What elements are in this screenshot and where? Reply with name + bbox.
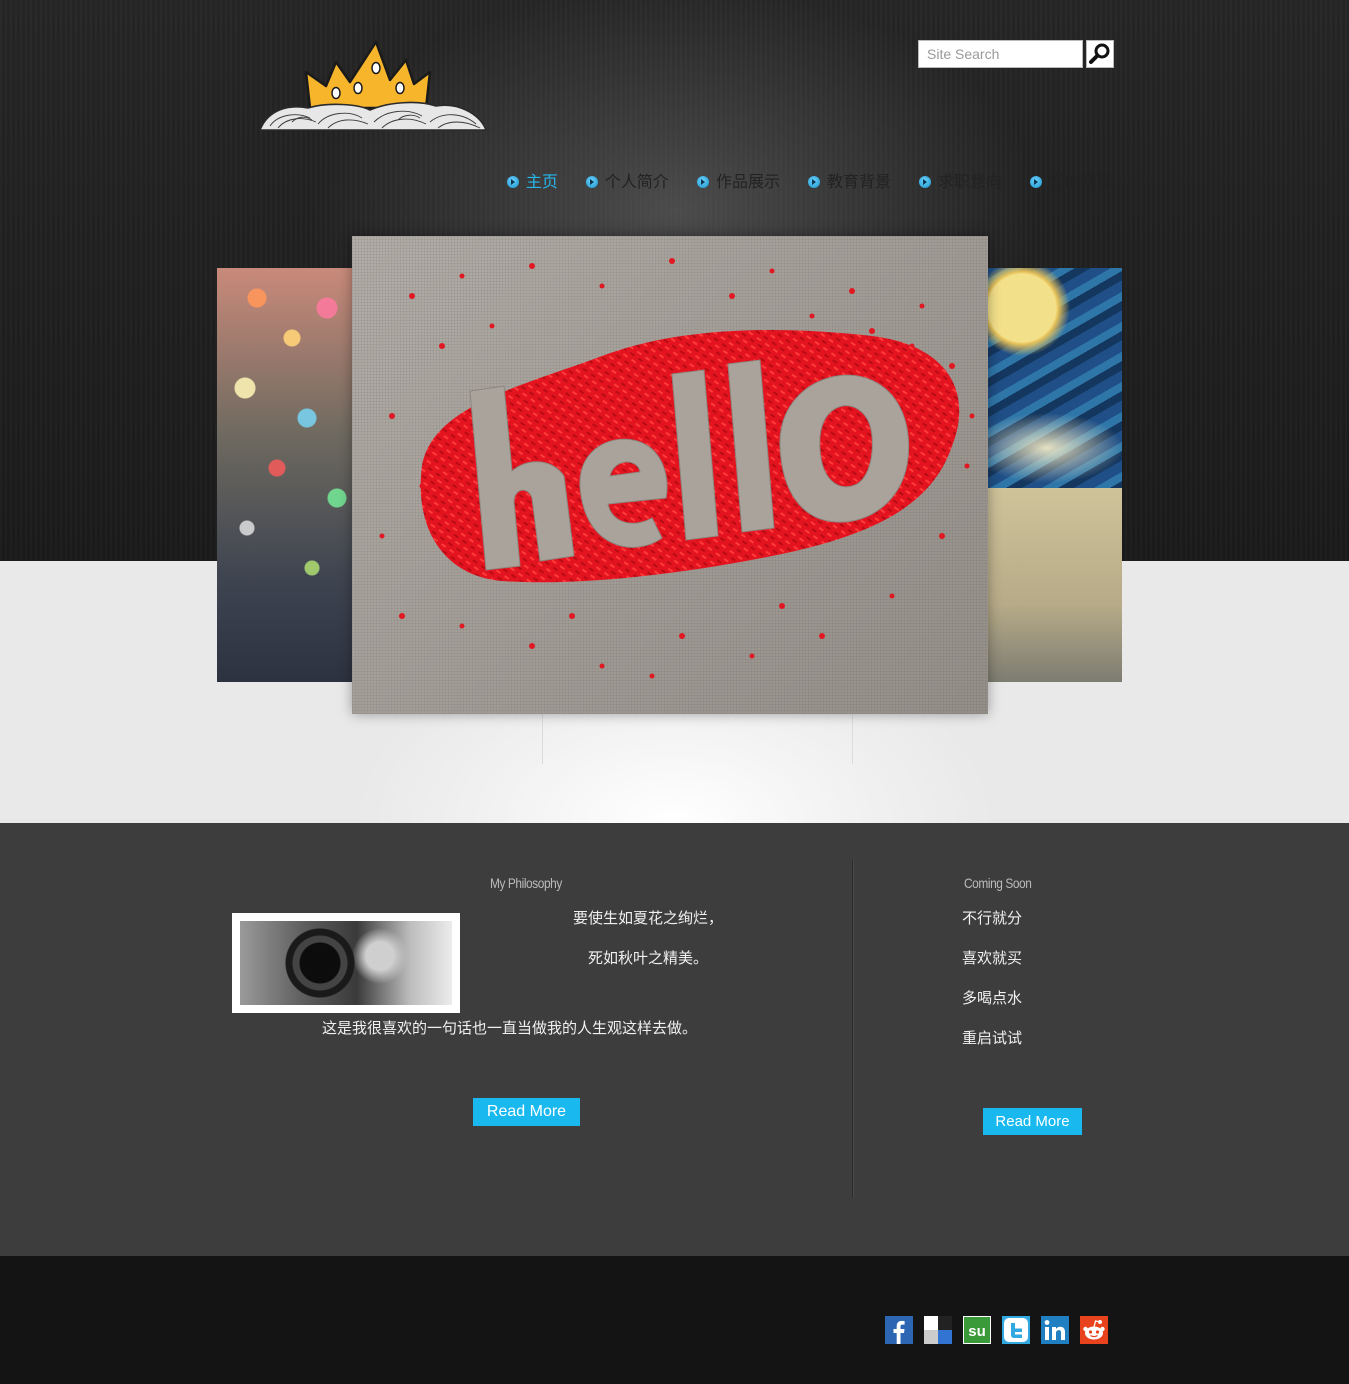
nav-item-job-intent[interactable]: 求职意向 xyxy=(918,168,1002,192)
site-search xyxy=(918,40,1114,68)
nav-bullet-icon xyxy=(506,175,519,188)
search-icon xyxy=(1089,43,1110,64)
main-nav: 主页 个人简介 作品展示 教育背景 求职意向 您的意见 xyxy=(506,168,1113,192)
coming-soon-read-more-button[interactable]: Read More xyxy=(983,1108,1082,1135)
hello-embroidery-image xyxy=(379,258,975,679)
svg-text:su: su xyxy=(968,1323,986,1340)
philosophy-line-2: 死如秋叶之精美。 xyxy=(588,949,709,967)
search-button[interactable] xyxy=(1086,40,1114,68)
stumbleupon-icon[interactable]: su xyxy=(963,1316,991,1344)
content-section: My Philosophy 要使生如夏花之绚烂， 死如秋叶之精美。 这是我很喜欢… xyxy=(0,823,1349,1256)
nav-item-label: 教育背景 xyxy=(826,172,891,191)
list-item: 喜欢就买 xyxy=(962,949,1023,967)
nav-item-education[interactable]: 教育背景 xyxy=(807,168,891,192)
nav-item-label: 求职意向 xyxy=(937,172,1002,191)
philosophy-line-3: 这是我很喜欢的一句话也一直当做我的人生观这样去做。 xyxy=(322,1019,698,1037)
philosophy-title: My Philosophy xyxy=(490,875,562,891)
divider-line xyxy=(542,714,543,764)
search-input[interactable] xyxy=(918,40,1083,68)
nav-item-label: 您的意见 xyxy=(1048,172,1113,191)
nav-item-label: 主页 xyxy=(525,172,558,191)
column-divider xyxy=(852,860,853,1198)
coming-soon-title: Coming Soon xyxy=(964,875,1032,891)
facebook-icon[interactable] xyxy=(885,1316,913,1344)
camera-photo xyxy=(232,913,460,1013)
reddit-icon[interactable] xyxy=(1080,1316,1108,1344)
twitter-icon[interactable] xyxy=(1002,1316,1030,1344)
divider-line xyxy=(852,714,853,764)
crown-logo-icon[interactable] xyxy=(258,38,488,134)
footer: su xyxy=(0,1256,1349,1384)
linkedin-icon[interactable] xyxy=(1041,1316,1069,1344)
list-item: 不行就分 xyxy=(962,909,1023,927)
slide-hello-embroidery[interactable] xyxy=(352,236,988,714)
nav-item-feedback[interactable]: 您的意见 xyxy=(1029,168,1113,192)
nav-item-profile[interactable]: 个人简介 xyxy=(585,168,669,192)
nav-bullet-icon xyxy=(585,175,598,188)
nav-bullet-icon xyxy=(918,175,931,188)
nav-item-works[interactable]: 作品展示 xyxy=(696,168,780,192)
nav-bullet-icon xyxy=(1029,175,1042,188)
list-item: 重启试试 xyxy=(962,1029,1023,1047)
philosophy-read-more-button[interactable]: Read More xyxy=(473,1098,580,1126)
nav-item-home[interactable]: 主页 xyxy=(506,168,558,192)
delicious-icon[interactable] xyxy=(924,1316,952,1344)
list-item: 多喝点水 xyxy=(962,989,1023,1007)
nav-bullet-icon xyxy=(696,175,709,188)
nav-item-label: 个人简介 xyxy=(604,172,669,191)
nav-bullet-icon xyxy=(807,175,820,188)
slide-bokeh-lights[interactable] xyxy=(217,268,357,682)
nav-item-label: 作品展示 xyxy=(715,172,780,191)
philosophy-line-1: 要使生如夏花之绚烂， xyxy=(573,909,724,927)
slide-starry-painting[interactable] xyxy=(987,268,1122,682)
camera-photo-image xyxy=(240,921,452,1005)
